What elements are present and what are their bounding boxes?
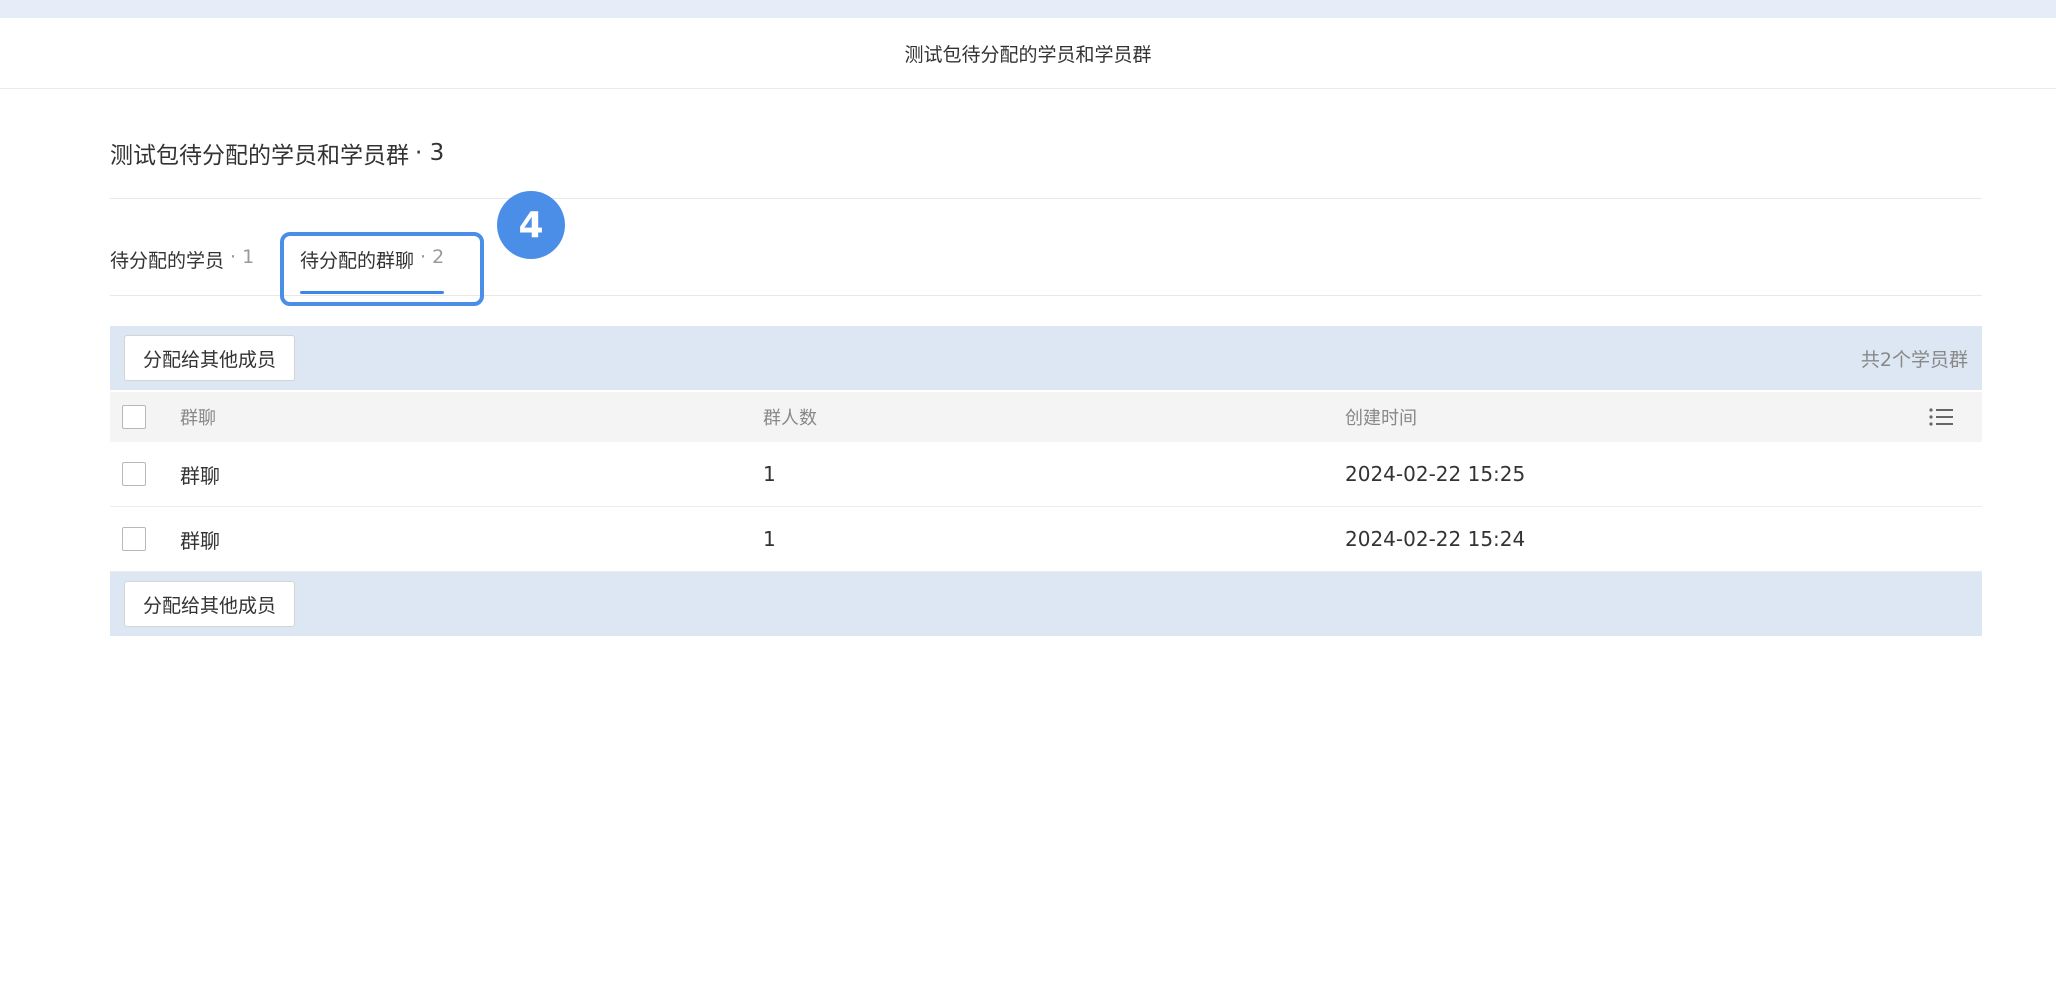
table-row[interactable]: 群聊 1 2024-02-22 15:25 (110, 442, 1982, 507)
column-header-created: 创建时间 (1345, 408, 1417, 429)
group-name-cell: 群聊 (180, 528, 220, 553)
total-count-text: 共2个学员群 (1860, 348, 1968, 371)
created-time-cell: 2024-02-22 15:25 (1345, 462, 1526, 486)
member-count-cell: 1 (763, 462, 776, 486)
list-settings-icon[interactable] (1928, 405, 1954, 429)
page-title-text: 测试包待分配的学员和学员群 (110, 143, 409, 169)
table-toolbar-bottom: 分配给其他成员 (110, 572, 1982, 636)
created-time-cell: 2024-02-22 15:24 (1345, 527, 1526, 551)
title-divider (110, 198, 1982, 199)
assign-to-other-member-button[interactable]: 分配给其他成员 (124, 335, 296, 381)
select-all-checkbox[interactable] (122, 405, 146, 429)
member-count-cell: 1 (763, 527, 776, 551)
row-checkbox[interactable] (122, 527, 146, 551)
table-header: 群聊 群人数 创建时间 (110, 392, 1982, 442)
page-title-count: · 3 (415, 140, 445, 166)
tab-pending-students[interactable]: 待分配的学员 · 1 (110, 232, 254, 294)
assign-to-other-member-button[interactable]: 分配给其他成员 (124, 581, 296, 627)
step-badge: 4 (497, 191, 565, 259)
column-header-group: 群聊 (180, 408, 216, 429)
column-header-members: 群人数 (763, 408, 817, 429)
row-checkbox[interactable] (122, 462, 146, 486)
table-row[interactable]: 群聊 1 2024-02-22 15:24 (110, 507, 1982, 572)
header-bar: 测试包待分配的学员和学员群 (0, 18, 2056, 89)
tab-count: · 1 (230, 246, 255, 268)
page-title: 测试包待分配的学员和学员群 · 3 (110, 136, 444, 170)
window-top-strip (0, 0, 2056, 18)
table-toolbar-top: 分配给其他成员 共2个学员群 (110, 326, 1982, 390)
group-name-cell: 群聊 (180, 463, 220, 488)
tab-label: 待分配的学员 (110, 250, 225, 272)
header-title: 测试包待分配的学员和学员群 (904, 43, 1152, 66)
highlight-frame (280, 232, 484, 306)
